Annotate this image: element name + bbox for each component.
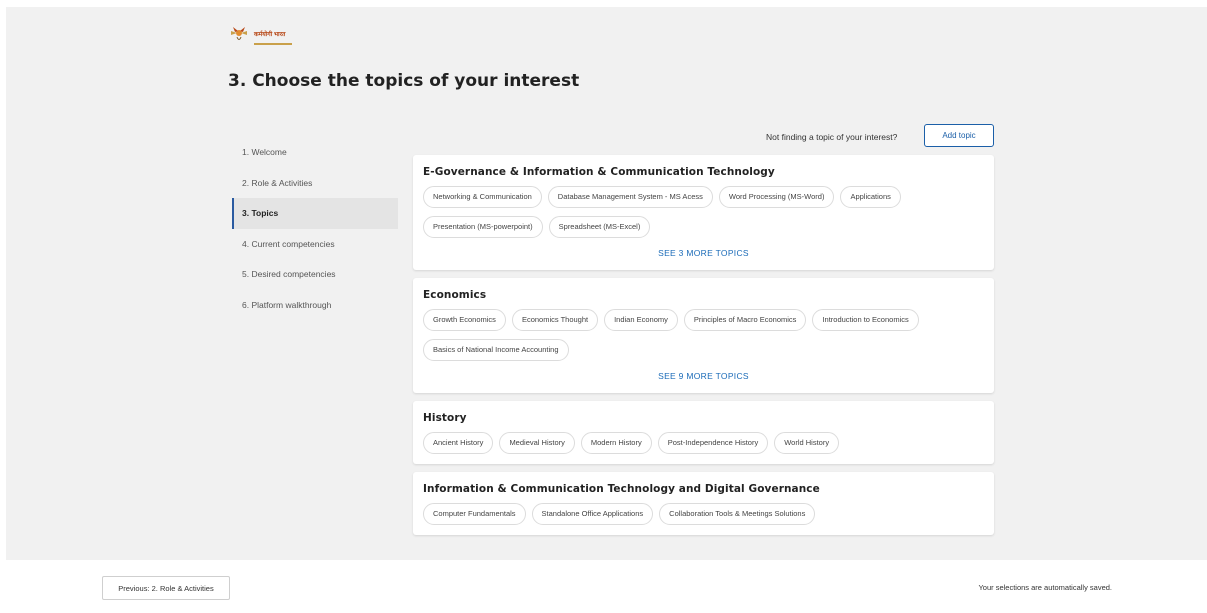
topic-chip[interactable]: Ancient History bbox=[423, 432, 494, 454]
sidebar-item-role-activities[interactable]: 2. Role & Activities bbox=[232, 168, 398, 199]
topic-chip[interactable]: Standalone Office Applications bbox=[531, 503, 654, 525]
topic-chip[interactable]: Networking & Communication bbox=[423, 186, 542, 208]
footer-bar: Previous: 2. Role & Activities Your sele… bbox=[0, 560, 1207, 613]
topic-chip[interactable]: Indian Economy bbox=[604, 309, 678, 331]
section-title: E-Governance & Information & Communicati… bbox=[423, 166, 775, 178]
section-title: History bbox=[423, 412, 467, 424]
topic-chip[interactable]: Spreadsheet (MS-Excel) bbox=[548, 216, 651, 238]
section-title: Information & Communication Technology a… bbox=[423, 483, 820, 495]
topic-chip[interactable]: Collaboration Tools & Meetings Solutions bbox=[659, 503, 816, 525]
sidebar-item-welcome[interactable]: 1. Welcome bbox=[232, 137, 398, 168]
logo-emblem-icon bbox=[231, 27, 247, 40]
section-title: Economics bbox=[423, 289, 487, 301]
previous-step-button[interactable]: Previous: 2. Role & Activities bbox=[102, 576, 230, 600]
topic-chip[interactable]: Basics of National Income Accounting bbox=[423, 339, 569, 361]
logo: कर्मयोगी भारत bbox=[228, 23, 292, 45]
add-topic-button[interactable]: Add topic bbox=[924, 124, 994, 147]
topic-chip[interactable]: Introduction to Economics bbox=[812, 309, 919, 331]
topic-chip[interactable]: World History bbox=[774, 432, 840, 454]
not-finding-prompt: Not finding a topic of your interest? bbox=[766, 132, 898, 142]
topic-section-ict-digital-governance: Information & Communication Technology a… bbox=[413, 472, 994, 535]
topic-chip[interactable]: Word Processing (MS-Word) bbox=[718, 186, 835, 208]
topic-chip[interactable]: Medieval History bbox=[499, 432, 575, 454]
topic-section-economics: Economics Growth Economics Economics Tho… bbox=[413, 278, 994, 393]
see-more-topics-link[interactable]: SEE 3 MORE TOPICS bbox=[423, 248, 984, 260]
page-background: कर्मयोगी भारत 3. Choose the topics of yo… bbox=[6, 7, 1207, 560]
topic-chip[interactable]: Post-Independence History bbox=[657, 432, 769, 454]
sidebar-item-platform-walkthrough[interactable]: 6. Platform walkthrough bbox=[232, 290, 398, 321]
topic-section-history: History Ancient History Medieval History… bbox=[413, 401, 994, 464]
topic-chip[interactable]: Applications bbox=[840, 186, 901, 208]
topic-chip[interactable]: Presentation (MS-powerpoint) bbox=[423, 216, 543, 238]
steps-sidebar: 1. Welcome 2. Role & Activities 3. Topic… bbox=[232, 137, 398, 320]
sidebar-item-topics[interactable]: 3. Topics bbox=[232, 198, 398, 229]
sidebar-item-current-competencies[interactable]: 4. Current competencies bbox=[232, 229, 398, 260]
logo-wordmark: कर्मयोगी भारत bbox=[254, 23, 292, 45]
topic-sections: E-Governance & Information & Communicati… bbox=[413, 155, 994, 543]
see-more-topics-link[interactable]: SEE 9 MORE TOPICS bbox=[423, 371, 984, 383]
topic-chip[interactable]: Computer Fundamentals bbox=[423, 503, 526, 525]
page-title: 3. Choose the topics of your interest bbox=[228, 71, 580, 91]
topic-chip[interactable]: Principles of Macro Economics bbox=[683, 309, 807, 331]
sidebar-item-desired-competencies[interactable]: 5. Desired competencies bbox=[232, 259, 398, 290]
autosave-status: Your selections are automatically saved. bbox=[978, 583, 1112, 592]
topic-chip[interactable]: Growth Economics bbox=[423, 309, 506, 331]
topic-chip[interactable]: Economics Thought bbox=[511, 309, 599, 331]
topic-section-egovernance: E-Governance & Information & Communicati… bbox=[413, 155, 994, 270]
topic-chip[interactable]: Modern History bbox=[580, 432, 652, 454]
topic-chip[interactable]: Database Management System - MS Acess bbox=[547, 186, 713, 208]
